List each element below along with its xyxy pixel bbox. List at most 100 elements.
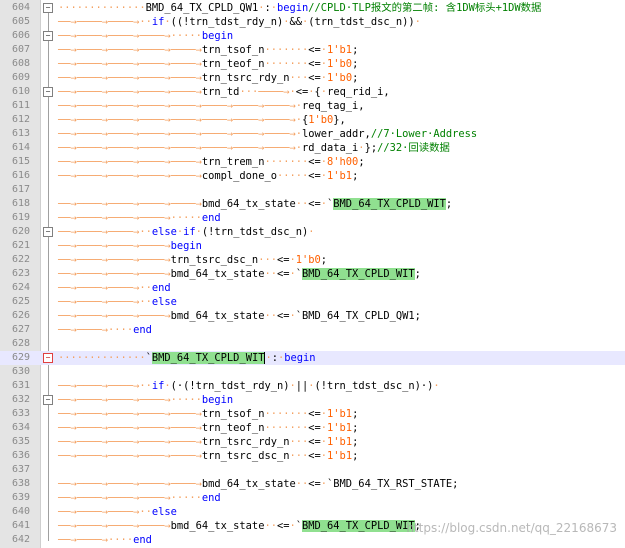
code-token: ──→────→────→────→	[58, 254, 171, 266]
code-token: ──→────→────→────→	[58, 268, 171, 280]
fold-toggle-icon[interactable]: −	[43, 395, 53, 405]
code-token: ||	[295, 380, 309, 392]
code-token: req_rid_i,	[327, 86, 390, 98]
code-line[interactable]: 625 ──→────→────→··else	[0, 295, 625, 309]
code-token: ;	[352, 408, 359, 420]
code-line[interactable]: 633 ──→────→────→────→────→trn_tsof_n····…	[0, 407, 625, 421]
code-text: ──→────→────→────→────→compl_done_o·····…	[58, 169, 358, 183]
code-line[interactable]: 630	[0, 365, 625, 379]
code-line[interactable]: 622 ──→────→────→────→trn_tsrc_dsc_n···<=…	[0, 253, 625, 267]
line-number: 637	[11, 464, 30, 475]
code-token: ·····	[276, 170, 309, 182]
code-token: //CPLD·TLP报文的第二帧: 含1DW标头+1DW数据	[308, 2, 542, 14]
code-token: ((!trn_tdst_rdy_n)	[170, 16, 284, 28]
code-line[interactable]: 607 ──→────→────→────→────→trn_tsof_n····…	[0, 43, 625, 57]
code-token: ──→────→────→··	[58, 282, 152, 294]
code-token: ··	[264, 268, 277, 280]
code-line[interactable]: 637	[0, 463, 625, 477]
code-token: ──→────→────→────→────→	[58, 170, 202, 182]
code-line[interactable]: 608 ──→────→────→────→────→trn_teof_n····…	[0, 57, 625, 71]
code-token: (!trn_tdst_dsc_n)	[201, 226, 309, 238]
code-editor[interactable]: 604− ··············BMD_64_TX_CPLD_QW1·:·b…	[0, 0, 625, 548]
code-line[interactable]: 605 ──→────→────→··if·((!trn_tdst_rdy_n)·…	[0, 15, 625, 29]
line-number: 611	[11, 100, 30, 111]
code-line[interactable]: 618 ──→────→────→────→────→bmd_64_tx_stat…	[0, 197, 625, 211]
code-token: ;	[352, 72, 359, 84]
code-token: <=	[308, 170, 321, 182]
code-text: ──→────→────→────→────→────→────→────→·{…	[58, 113, 346, 127]
line-number: 625	[11, 296, 30, 307]
code-token: <=	[295, 86, 309, 98]
code-line[interactable]: 606 − ──→────→────→────→·····begin	[0, 29, 625, 43]
code-line[interactable]: 632 − ──→────→────→────→·····begin	[0, 393, 625, 407]
fold-toggle-icon[interactable]: −	[43, 87, 53, 97]
fold-toggle-icon[interactable]: −	[43, 353, 53, 363]
code-text: ──→────→────→────→────→trn_tsof_n·······…	[58, 43, 358, 57]
code-token: ──→────→────→────→	[58, 240, 171, 252]
code-token: trn_tsrc_rdy_n	[201, 436, 290, 448]
line-number: 610	[11, 86, 30, 97]
code-text: ──→────→────→··else	[58, 295, 177, 309]
code-line[interactable]: 626 ──→────→────→────→bmd_64_tx_state··<=…	[0, 309, 625, 323]
code-line[interactable]: 611 ──→────→────→────→────→────→────→────…	[0, 99, 625, 113]
code-token: begin	[201, 394, 234, 406]
code-token: 1'b1	[327, 436, 353, 448]
code-line[interactable]: 613 ──→────→────→────→────→────→────→────…	[0, 127, 625, 141]
code-line[interactable]: 610 − ──→────→────→────→────→trn_td···────…	[0, 85, 625, 99]
code-line[interactable]: 638 ──→────→────→────→────→bmd_64_tx_stat…	[0, 477, 625, 491]
code-line[interactable]: 604 − ··············BMD_64_TX_CPLD_QW1·:·b…	[0, 1, 625, 15]
code-line[interactable]: 631 ──→────→────→··if · (·(!trn_tdst_rdy_n)…	[0, 379, 625, 393]
code-line[interactable]: 615 ──→────→────→────→────→trn_trem_n····…	[0, 155, 625, 169]
code-line[interactable]: 621 ──→────→────→────→begin	[0, 239, 625, 253]
fold-toggle-icon[interactable]: −	[43, 31, 53, 41]
line-number: 609	[11, 72, 30, 83]
code-line[interactable]: 627 ──→────→····end	[0, 323, 625, 337]
fold-toggle-icon[interactable]: −	[43, 227, 53, 237]
code-token: else	[151, 506, 177, 518]
code-token: trn_tsrc_rdy_n	[201, 72, 290, 84]
code-token: //7·Lower·Address	[370, 128, 478, 140]
code-text: ──→────→────→────→trn_tsrc_dsc_n···<=·1'…	[58, 253, 327, 267]
code-text: ──→────→····end	[58, 533, 152, 547]
code-text: ──→────→────→··else·if·(!trn_tdst_dsc_n)…	[58, 225, 315, 239]
code-line[interactable]: 619 ──→────→────→────→·····end	[0, 211, 625, 225]
code-line[interactable]: 635 ──→────→────→────→────→trn_tsrc_rdy_n…	[0, 435, 625, 449]
code-line[interactable]: 616 ──→────→────→────→────→compl_done_o··…	[0, 169, 625, 183]
code-token: begin	[284, 352, 316, 364]
code-line[interactable]: 629 − ··············`BMD_64_TX_CPLD_WIT·:·…	[0, 351, 625, 365]
code-token: ··	[264, 520, 277, 532]
code-token: <=	[308, 436, 321, 448]
code-line[interactable]: 624 ──→────→────→··end	[0, 281, 625, 295]
code-line[interactable]: 614 ──→────→────→────→────→────→────→────…	[0, 141, 625, 155]
code-line[interactable]: 639 ──→────→────→────→·····end	[0, 491, 625, 505]
code-token: trn_tsof_n	[201, 44, 265, 56]
code-line[interactable]: 634 ──→────→────→────→────→trn_teof_n····…	[0, 421, 625, 435]
code-token: 1'b0	[327, 58, 353, 70]
code-token: ──→────→····	[58, 324, 134, 336]
code-token: ;	[445, 198, 453, 210]
code-text: ──→────→────→────→────→trn_teof_n·······…	[58, 57, 358, 71]
code-line[interactable]: 617	[0, 183, 625, 197]
code-token: ──→────→────→────→────→	[58, 44, 202, 56]
code-line[interactable]: 623 ──→────→────→────→bmd_64_tx_state··<=…	[0, 267, 625, 281]
code-token: bmd_64_tx_state	[201, 198, 296, 210]
code-line[interactable]: 642 ──→────→····end	[0, 533, 625, 547]
code-token: <=	[276, 520, 290, 532]
code-line[interactable]: 640 ──→────→────→··else	[0, 505, 625, 519]
code-line[interactable]: 620− ──→────→────→··else·if·(!trn_tdst_ds…	[0, 225, 625, 239]
line-number: 619	[11, 212, 30, 223]
code-line[interactable]: 636 ──→────→────→────→────→trn_tsrc_dsc_n…	[0, 449, 625, 463]
code-line[interactable]: 628	[0, 337, 625, 351]
code-token: 1'b1	[327, 44, 353, 56]
fold-toggle-icon[interactable]: −	[43, 3, 53, 13]
code-text: ──→────→────→────→────→trn_trem_n·······…	[58, 155, 365, 169]
code-token: ;	[414, 310, 421, 322]
code-text: ──→────→────→··if·((!trn_tdst_rdy_n)·&&·…	[58, 15, 421, 29]
code-text: ──→────→────→────→────→────→────→────→·r…	[58, 141, 450, 155]
code-line[interactable]: 609 ──→────→────→────→────→trn_tsrc_rdy_n…	[0, 71, 625, 85]
line-number: 605	[11, 16, 30, 27]
code-text: ──→────→────→────→bmd_64_tx_state··<=·`B…	[58, 519, 421, 533]
code-token: ;	[352, 58, 359, 70]
code-line[interactable]: 612 ──→────→────→────→────→────→────→────…	[0, 113, 625, 127]
code-token: ·	[308, 226, 315, 238]
